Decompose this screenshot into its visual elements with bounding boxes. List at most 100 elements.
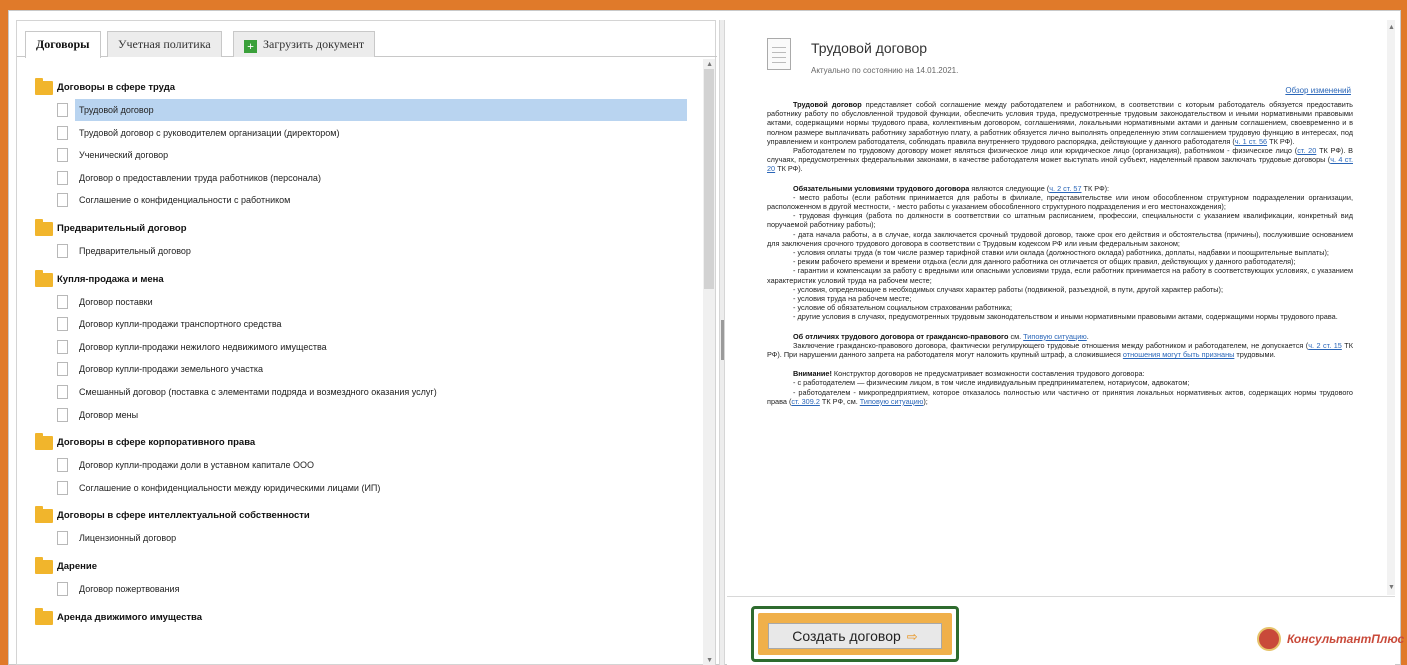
group-title: Договоры в сфере интеллектуальной собств… bbox=[57, 510, 310, 522]
tree-group[interactable]: Дарение bbox=[35, 556, 711, 578]
document-icon bbox=[57, 125, 68, 140]
list-item: - другие условия в случаях, предусмотрен… bbox=[793, 312, 1338, 322]
tree-item[interactable]: Договор о предоставлении труда работнико… bbox=[35, 167, 711, 190]
document-icon bbox=[57, 294, 68, 309]
tree-item-label: Ученический договор bbox=[79, 150, 169, 161]
tree-item[interactable]: Соглашение о конфиденциальности между юр… bbox=[35, 477, 711, 500]
splitter-grip[interactable] bbox=[721, 320, 724, 360]
document-icon bbox=[57, 458, 68, 473]
upload-label: Загрузить документ bbox=[263, 37, 365, 51]
contract-tree: Договоры в сфере труда Трудовой договор Тр… bbox=[35, 71, 711, 665]
typical-situation-link[interactable]: Типовую ситуацию bbox=[860, 397, 924, 406]
logo-icon bbox=[1257, 627, 1281, 651]
law-link[interactable]: ч. 2 ст. 57 bbox=[1049, 184, 1081, 193]
document-text: Трудовой договор представляет собой согл… bbox=[767, 100, 1353, 406]
scroll-down-icon[interactable]: ▼ bbox=[706, 657, 713, 664]
list-item: - условия труда на рабочем месте; bbox=[793, 294, 912, 304]
tree-group[interactable]: Договоры в сфере интеллектуальной собств… bbox=[35, 505, 711, 527]
text: ТК РФ, см. bbox=[819, 396, 860, 406]
folder-icon bbox=[35, 607, 53, 625]
law-link[interactable]: ст. 309.2 bbox=[791, 397, 820, 406]
document-icon bbox=[767, 38, 791, 70]
list-item: - условия, определяющие в необходимых сл… bbox=[793, 284, 1224, 294]
law-link[interactable]: ч. 2 ст. 15 bbox=[1308, 341, 1342, 350]
folder-icon bbox=[35, 218, 53, 236]
tree-item[interactable]: Договор мены bbox=[35, 404, 711, 427]
scroll-up-icon[interactable]: ▲ bbox=[706, 61, 713, 68]
list-item: - условие об обязательном социальном стр… bbox=[793, 303, 1013, 313]
review-changes-link[interactable]: Обзор изменений bbox=[1285, 86, 1351, 95]
tree-item-label: Договор пожертвования bbox=[79, 583, 180, 594]
tree-item-label: Договор о предоставлении труда работнико… bbox=[79, 172, 321, 183]
tree-item[interactable]: Договор пожертвования bbox=[35, 578, 711, 601]
law-link[interactable]: ч. 1 ст. 56 bbox=[1235, 137, 1267, 146]
tree-item-label: Лицензионный договор bbox=[79, 533, 177, 544]
tree-item-label: Соглашение о конфиденциальности с работн… bbox=[79, 195, 291, 206]
tree-item[interactable]: Ученический договор bbox=[35, 144, 711, 167]
tree-group[interactable]: Купля-продажа и мена bbox=[35, 269, 711, 291]
contracts-panel: Договоры Учетная политика + Загрузить док… bbox=[16, 20, 717, 665]
tree-item-label: Договор купли-продажи транспортного сред… bbox=[79, 319, 282, 330]
text: Конструктор договоров не предусматривает… bbox=[831, 369, 1145, 379]
tree-item[interactable]: Трудовой договор bbox=[35, 99, 711, 122]
list-item: - место работы (если работник принимаетс… bbox=[767, 192, 1353, 212]
tree-item-label: Договор купли-продажи доли в уставном ка… bbox=[79, 460, 314, 471]
tree-item[interactable]: Трудовой договор с руководителем организ… bbox=[35, 122, 711, 145]
text: ТК РФ): bbox=[1081, 183, 1110, 193]
term-bold: Об отличиях трудового договора от гражда… bbox=[793, 331, 1009, 341]
tree-item[interactable]: Договор купли-продажи нежилого недвижимо… bbox=[35, 336, 711, 359]
tree-item[interactable]: Предварительный договор bbox=[35, 240, 711, 263]
left-scrollbar[interactable]: ▲ ▼ bbox=[703, 59, 715, 665]
group-title: Купля-продажа и мена bbox=[57, 273, 164, 285]
document-icon bbox=[57, 362, 68, 377]
panel-splitter[interactable] bbox=[719, 20, 725, 665]
scroll-down-icon[interactable]: ▼ bbox=[1388, 584, 1395, 591]
tab-contracts[interactable]: Договоры bbox=[25, 31, 101, 58]
create-contract-button[interactable]: Создать договор ⇨ bbox=[768, 623, 942, 649]
tab-upload-document[interactable]: + Загрузить документ bbox=[233, 31, 376, 57]
tree-item[interactable]: Договор купли-продажи транспортного сред… bbox=[35, 313, 711, 336]
paragraph: Работодателем по трудовому договору може… bbox=[793, 146, 1298, 156]
tree-item-label: Соглашение о конфиденциальности между юр… bbox=[79, 482, 381, 493]
tree-group[interactable]: Аренда движимого имущества bbox=[35, 607, 711, 629]
tree-group[interactable]: Предварительный договор bbox=[35, 218, 711, 240]
list-item: - гарантии и компенсации за работу с вре… bbox=[767, 266, 1353, 285]
tree-item[interactable]: Договор купли-продажи земельного участка bbox=[35, 358, 711, 381]
document-icon bbox=[57, 148, 68, 163]
text: ); bbox=[923, 396, 928, 406]
tree-item[interactable]: Договор купли-продажи доли в уставном ка… bbox=[35, 454, 711, 477]
folder-icon bbox=[35, 506, 53, 524]
document-icon bbox=[57, 103, 68, 117]
tab-accounting-policy[interactable]: Учетная политика bbox=[107, 31, 222, 57]
tree-item[interactable]: Договор поставки bbox=[35, 291, 711, 314]
scroll-thumb[interactable] bbox=[704, 69, 714, 289]
list-item: - режим рабочего времени и времени отдых… bbox=[793, 257, 1296, 267]
document-icon bbox=[57, 407, 68, 422]
tree-item-label: Договор купли-продажи нежилого недвижимо… bbox=[79, 341, 327, 352]
scroll-up-icon[interactable]: ▲ bbox=[1388, 24, 1395, 31]
text: являются следующие ( bbox=[969, 183, 1050, 193]
group-title: Договоры в сфере корпоративного права bbox=[57, 437, 256, 449]
tree-item[interactable]: Соглашение о конфиденциальности с работн… bbox=[35, 189, 711, 212]
text: ТК РФ). bbox=[1267, 136, 1295, 146]
group-title: Договоры в сфере труда bbox=[57, 82, 176, 93]
folder-icon bbox=[35, 269, 53, 287]
folder-icon bbox=[35, 433, 53, 451]
right-scrollbar[interactable]: ▲ ▼ bbox=[1387, 20, 1395, 595]
document-icon bbox=[57, 581, 68, 596]
text: трудовыми. bbox=[1234, 350, 1276, 360]
tree-group[interactable]: Договоры в сфере корпоративного права bbox=[35, 432, 711, 454]
tree-group[interactable]: Договоры в сфере труда bbox=[35, 77, 711, 99]
typical-situation-link[interactable]: Типовую ситуацию bbox=[1023, 332, 1087, 341]
tree-item[interactable]: Смешанный договор (поставка с элементами… bbox=[35, 381, 711, 404]
tree-item-label: Договор купли-продажи земельного участка bbox=[79, 364, 264, 375]
document-icon bbox=[57, 243, 68, 258]
tree-item-label: Трудовой договор bbox=[75, 99, 687, 121]
tree-item-label: Трудовой договор с руководителем организ… bbox=[79, 127, 340, 138]
text: . bbox=[1086, 331, 1089, 341]
law-link[interactable]: ст. 20 bbox=[1297, 146, 1316, 155]
recognition-link[interactable]: отношения могут быть признаны bbox=[1123, 350, 1234, 359]
text: см. bbox=[1008, 331, 1024, 341]
document-icon bbox=[57, 170, 68, 185]
tree-item[interactable]: Лицензионный договор bbox=[35, 527, 711, 550]
